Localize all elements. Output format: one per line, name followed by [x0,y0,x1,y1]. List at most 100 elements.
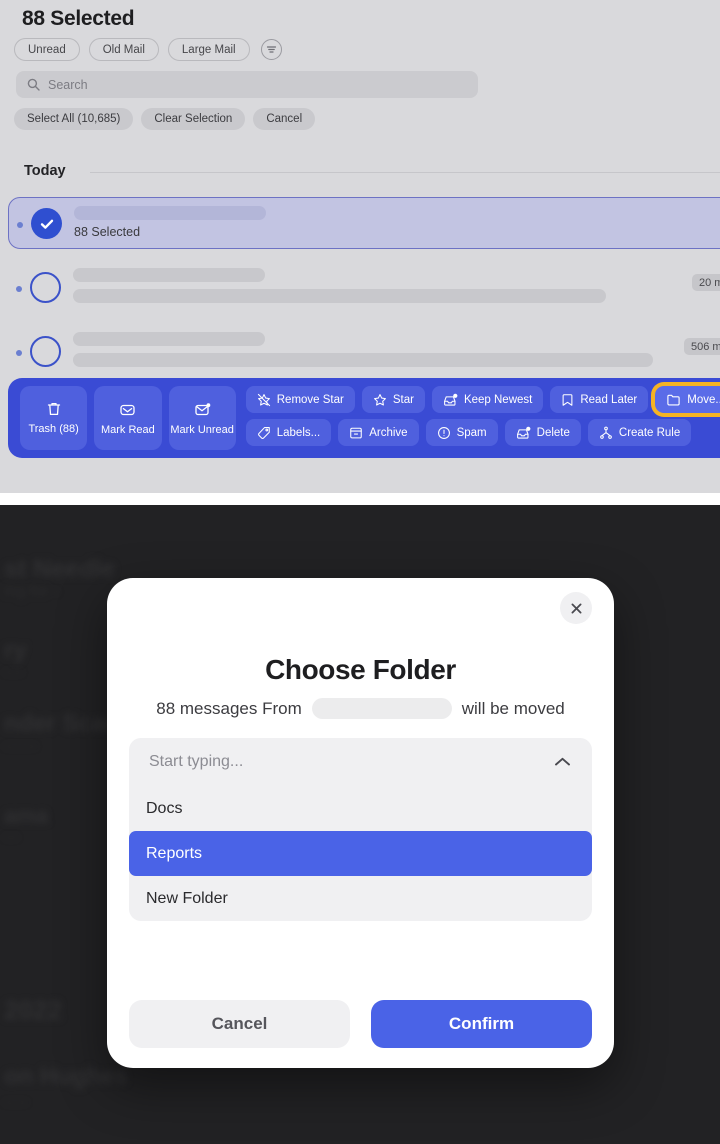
folder-combobox: Start typing... Docs Reports New Folder [129,738,592,921]
trash-button[interactable]: Trash (88) [20,386,88,450]
filter-chip-unread[interactable]: Unread [14,38,80,61]
source-folder-skeleton [311,698,452,719]
unread-dot [17,222,23,228]
check-icon [40,219,53,229]
background-ghost-text: --- [4,828,18,844]
archive-label: Archive [369,426,408,439]
mark-read-button-label: Mark Read [100,423,155,436]
search-input[interactable]: Search [16,71,478,98]
mark-unread-button-label: Mark Unread [170,423,234,436]
action-row-2: Labels... Archive Spam Delete Create Rul… [245,419,720,446]
create-rule-button[interactable]: Create Rule [587,419,692,446]
dialog-title: Choose Folder [265,654,456,685]
star-off-icon [257,393,270,406]
chevron-up-icon[interactable] [553,756,572,768]
labels-label: Labels... [276,426,321,439]
delete-label: Delete [536,426,570,439]
unread-dot [16,286,22,292]
background-ghost-text: ---- [4,663,23,679]
unread-dot [16,350,22,356]
trash-icon [47,402,60,416]
bulk-action-toolbar: Trash (88) Mark Read Mark Unread Remove … [8,378,720,458]
read-later-button[interactable]: Read Later [550,386,649,413]
spam-button[interactable]: Spam [425,419,498,446]
mailbox-panel: 88 Selected Unread Old Mail Large Mail S… [0,0,720,493]
folder-icon [667,394,680,405]
envelope-open-icon [120,404,136,415]
filter-chip-large-mail[interactable]: Large Mail [167,38,250,61]
remove-star-button[interactable]: Remove Star [245,386,355,413]
row-checkbox-checked[interactable] [31,208,62,239]
close-icon [571,603,582,614]
background-ghost-text: ----- [4,1093,28,1109]
search-placeholder: Search [48,77,88,92]
message-count-badge: 506 me [684,338,720,355]
cancel-selection-button[interactable]: Cancel [253,108,316,130]
row-title-skeleton [73,268,265,282]
filter-chip-row: Unread Old Mail Large Mail [14,38,282,61]
folder-option-docs[interactable]: Docs [129,786,592,831]
star-label: Star [392,393,414,406]
folder-option-new-folder[interactable]: New Folder [129,876,592,921]
folder-search-placeholder: Start typing... [149,753,244,770]
inbox-badge-icon [516,426,531,439]
filter-icon[interactable] [260,39,282,60]
row-subtitle: 88 Selected [74,225,141,239]
background-ghost-text: nder Scan [4,710,121,737]
background-ghost-text: st Needle [4,555,116,583]
background-ghost-text: ama [4,803,49,828]
row-preview-skeleton [73,353,653,367]
page-title: 88 Selected [22,7,135,30]
row-preview-skeleton [73,289,606,303]
select-all-button[interactable]: Select All (10,685) [14,108,134,130]
confirm-button[interactable]: Confirm [371,1000,592,1048]
table-row[interactable]: 506 me [8,326,720,378]
subtitle-suffix: will be moved [461,698,565,718]
mark-read-button[interactable]: Mark Read [94,386,162,450]
group-divider [90,172,720,173]
row-title-skeleton [73,332,265,346]
star-button[interactable]: Star [361,386,425,413]
table-row[interactable]: 88 Selected [8,197,720,249]
list-group-header: Today [24,163,66,179]
inbox-badge-icon [444,393,458,406]
table-row[interactable]: 20 me [8,262,720,314]
choose-folder-dialog: Choose Folder 88 messages From will be m… [107,578,614,1068]
background-ghost-text: on Hughes [4,1063,128,1090]
alert-icon [437,426,450,439]
move-button-label: Move... [687,393,720,406]
archive-icon [350,427,363,438]
secondary-action-grid: Remove Star Star Keep Newest Read Later … [243,386,720,450]
star-icon [373,393,386,406]
action-row-1: Remove Star Star Keep Newest Read Later … [245,386,720,413]
background-ghost-text: ry [4,637,27,664]
move-button[interactable]: Move... [655,386,720,413]
delete-button[interactable]: Delete [504,419,581,446]
remove-star-label: Remove Star [276,393,344,406]
search-icon [27,78,40,91]
folder-option-reports[interactable]: Reports [129,831,592,876]
envelope-unread-icon [194,402,210,415]
labels-button[interactable]: Labels... [245,419,332,446]
rule-branch-icon [600,426,612,439]
row-checkbox-unchecked[interactable] [30,336,61,367]
background-ghost-text: 2022 [4,995,62,1025]
background-ghost-text: ------- [4,737,37,753]
close-button[interactable] [560,592,592,624]
read-later-label: Read Later [580,393,638,406]
create-rule-label: Create Rule [618,426,681,439]
clear-selection-button[interactable]: Clear Selection [141,108,246,130]
folder-search-input[interactable]: Start typing... [129,738,592,786]
trash-button-label: Trash (88) [28,423,79,435]
mark-unread-button[interactable]: Mark Unread [168,386,236,450]
keep-newest-button[interactable]: Keep Newest [431,386,544,413]
cancel-button[interactable]: Cancel [129,1000,350,1048]
tag-icon [257,426,270,439]
dialog-footer: Cancel Confirm [129,1000,592,1048]
filter-chip-old-mail[interactable]: Old Mail [88,38,159,61]
bookmark-icon [562,393,573,406]
archive-button[interactable]: Archive [338,419,419,446]
app-screen: 88 Selected Unread Old Mail Large Mail S… [0,0,720,1144]
dialog-subtitle: 88 messages From will be moved [107,698,614,719]
row-checkbox-unchecked[interactable] [30,272,61,303]
